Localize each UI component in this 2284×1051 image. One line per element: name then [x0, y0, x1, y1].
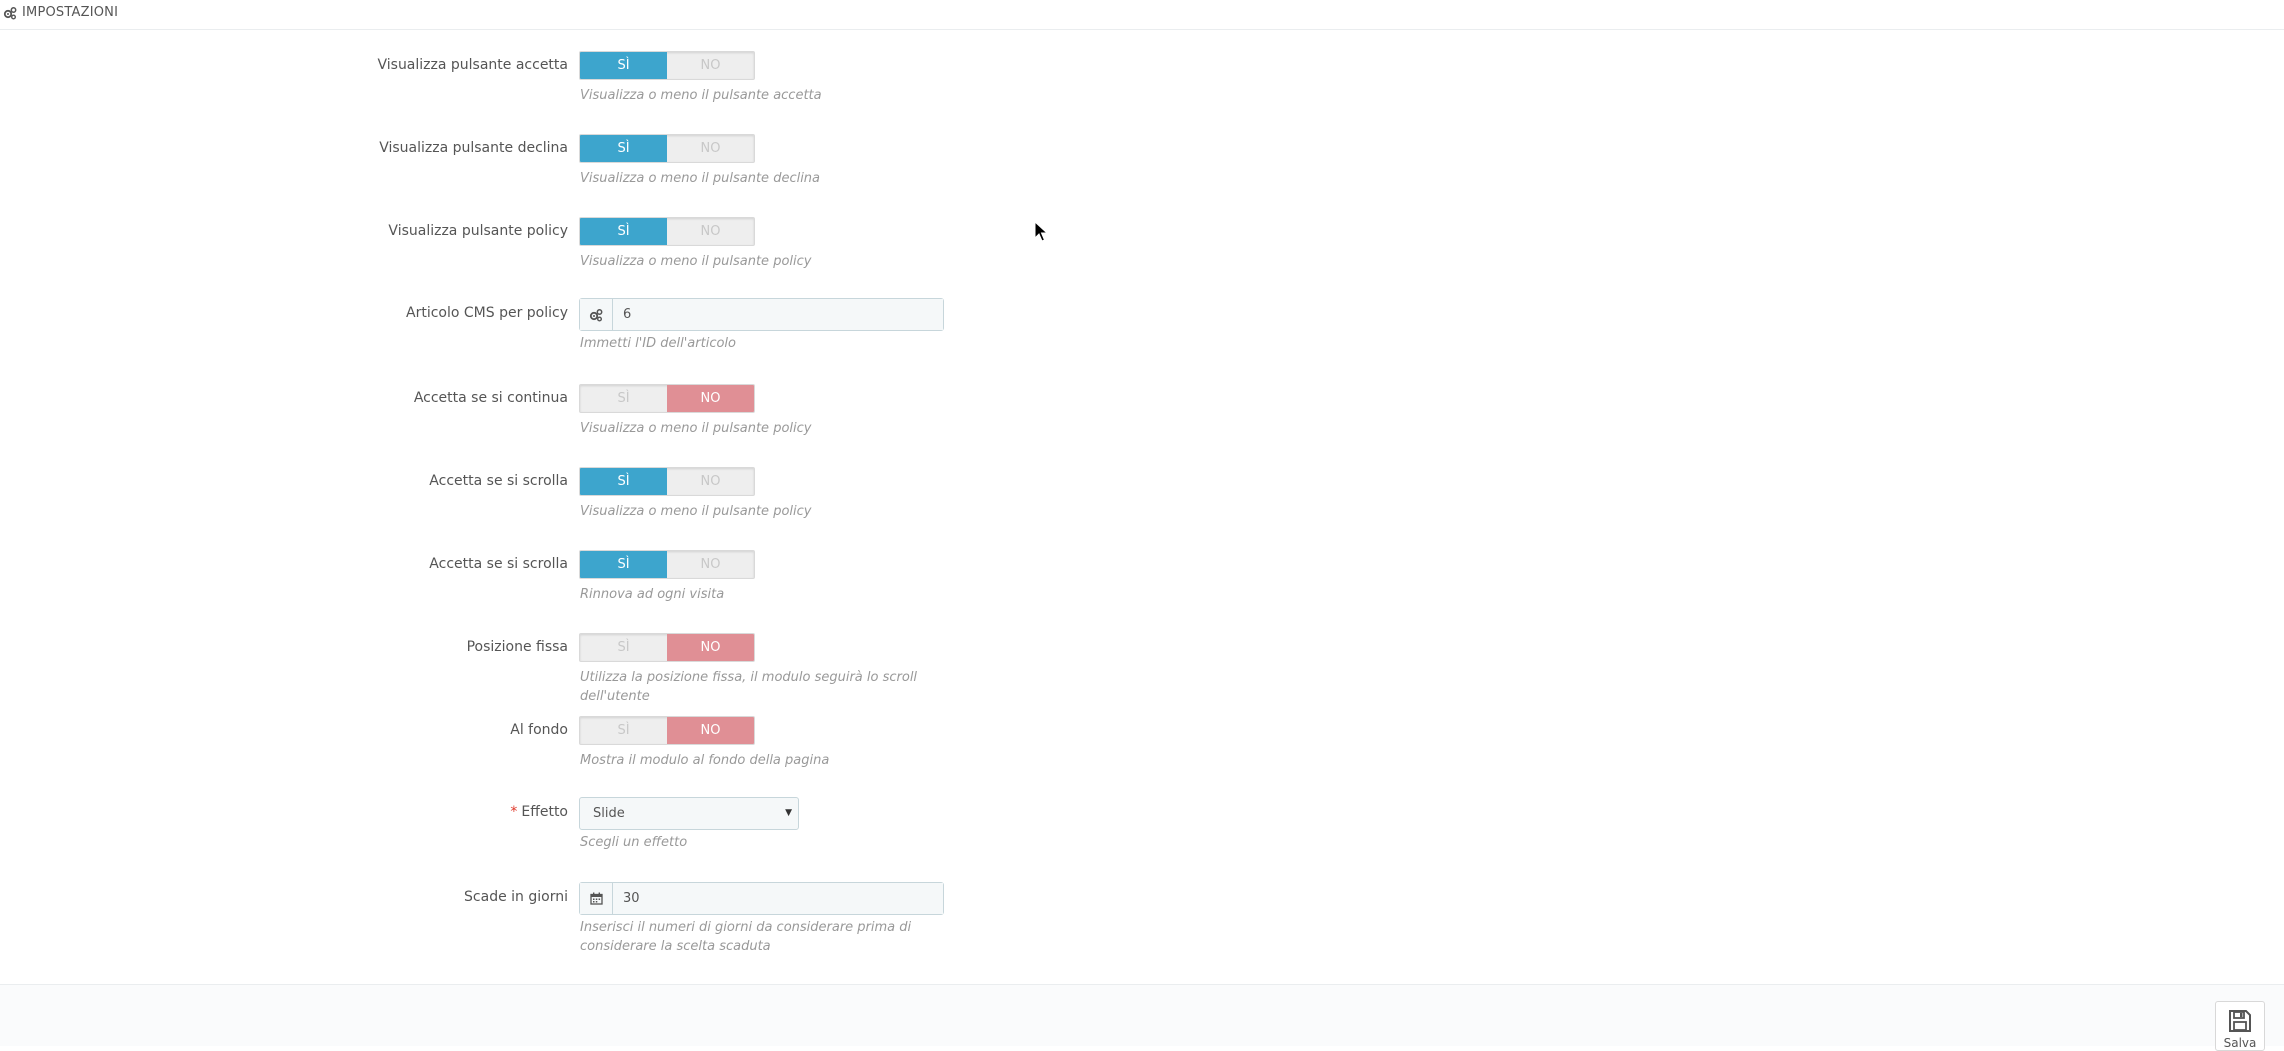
field-label: Visualizza pulsante declina [379, 140, 568, 156]
switch-no-option[interactable]: NO [667, 551, 754, 578]
effect-select-value: Slide [593, 806, 625, 821]
gears-icon [589, 308, 603, 321]
decline-switch[interactable]: Sì NO [579, 134, 755, 163]
field-label: Visualizza pulsante policy [388, 223, 568, 239]
help-text: Utilizza la posizione fissa, il modulo s… [580, 670, 918, 704]
field-label: Scade in giorni [464, 889, 568, 905]
switch-yes-option[interactable]: Sì [580, 468, 667, 495]
help-text: Inserisci il numeri di giorni da conside… [580, 920, 912, 954]
fixed-position-switch[interactable]: Sì NO [579, 633, 755, 662]
switch-yes-option[interactable]: Sì [580, 52, 667, 79]
mouse-cursor-icon [1034, 221, 1048, 242]
field-label: Accetta se si continua [413, 390, 568, 406]
field-label: Accetta se si scrolla [429, 473, 568, 489]
field-label-text: Effetto [521, 804, 568, 820]
calendar-icon [589, 892, 603, 905]
input-addon [580, 299, 613, 330]
input-addon [580, 883, 613, 914]
help-text: Rinnova ad ogni visita [580, 587, 725, 602]
switch-yes-option[interactable]: Sì [580, 717, 667, 744]
floppy-disk-icon [2229, 1010, 2251, 1032]
panel-footer: Salva [0, 984, 2284, 1051]
field-label: * Effetto [510, 798, 568, 827]
field-label: Accetta se si scrolla [429, 556, 568, 572]
switch-no-option[interactable]: NO [667, 468, 754, 495]
help-text: Immetti l'ID dell'articolo [580, 336, 736, 351]
switch-no-option[interactable]: NO [667, 717, 754, 744]
switch-yes-option[interactable]: Sì [580, 551, 667, 578]
field-label: Articolo CMS per policy [406, 305, 568, 321]
policy-switch[interactable]: Sì NO [579, 217, 755, 246]
accept-switch[interactable]: Sì NO [579, 51, 755, 80]
caret-down-icon: ▼ [785, 808, 792, 818]
gears-icon [3, 7, 17, 20]
expire-days-input-group[interactable]: 30 [579, 882, 944, 915]
switch-no-option[interactable]: NO [667, 218, 754, 245]
cms-id-input[interactable]: 6 [613, 299, 943, 330]
scroll-switch[interactable]: Sì NO [579, 467, 755, 496]
bottom-switch[interactable]: Sì NO [579, 716, 755, 745]
switch-yes-option[interactable]: Sì [580, 218, 667, 245]
switch-yes-option[interactable]: Sì [580, 634, 667, 661]
help-text: Scegli un effetto [580, 835, 688, 850]
help-text: Mostra il modulo al fondo della pagina [580, 753, 830, 768]
field-label: Al fondo [510, 722, 568, 738]
field-label: Posizione fissa [466, 639, 568, 655]
effect-select[interactable]: Slide ▼ [579, 797, 799, 830]
scroll-renew-switch[interactable]: Sì NO [579, 550, 755, 579]
panel-title: IMPOSTAZIONI [22, 5, 119, 20]
cms-id-input-group[interactable]: 6 [579, 298, 944, 331]
required-marker: * [510, 804, 518, 820]
switch-no-option[interactable]: NO [667, 634, 754, 661]
help-text: Visualizza o meno il pulsante policy [580, 421, 812, 436]
help-text: Visualizza o meno il pulsante policy [580, 254, 812, 269]
switch-no-option[interactable]: NO [667, 385, 754, 412]
help-text: Visualizza o meno il pulsante declina [580, 171, 821, 186]
switch-no-option[interactable]: NO [667, 135, 754, 162]
continue-switch[interactable]: Sì NO [579, 384, 755, 413]
help-text: Visualizza o meno il pulsante policy [580, 504, 812, 519]
expire-days-input[interactable]: 30 [613, 883, 943, 914]
help-text: Visualizza o meno il pulsante accetta [580, 88, 822, 103]
field-label: Visualizza pulsante accetta [377, 57, 568, 73]
panel-header: IMPOSTAZIONI [0, 0, 2284, 30]
save-button[interactable]: Salva [2215, 1001, 2265, 1051]
switch-yes-option[interactable]: Sì [580, 385, 667, 412]
switch-no-option[interactable]: NO [667, 52, 754, 79]
save-button-label: Salva [2223, 1036, 2257, 1050]
switch-yes-option[interactable]: Sì [580, 135, 667, 162]
